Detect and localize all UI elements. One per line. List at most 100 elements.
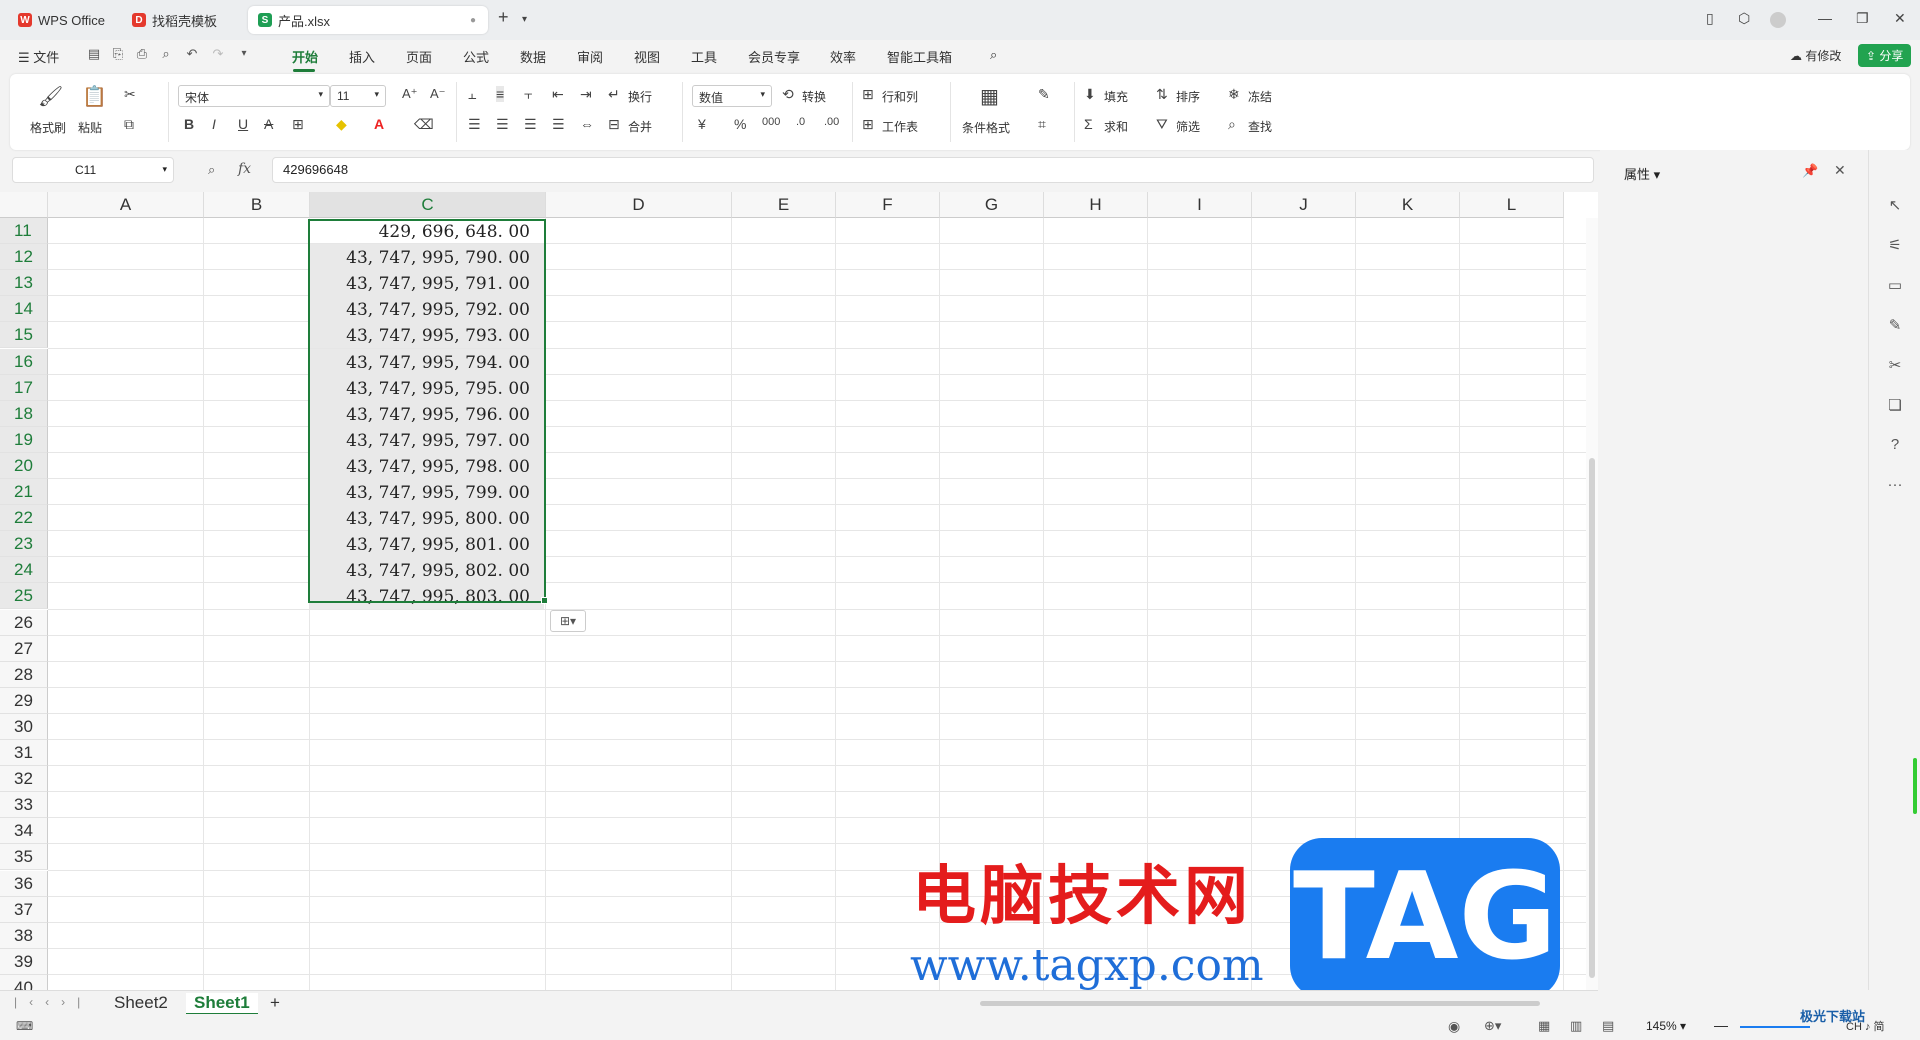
- column-header-i[interactable]: I: [1148, 192, 1252, 218]
- close-panel-icon[interactable]: ✕: [1834, 162, 1846, 179]
- horizontal-scrollbar[interactable]: [980, 1001, 1540, 1006]
- merge-cells-label[interactable]: 合并: [628, 118, 652, 135]
- format-painter-icon[interactable]: 🖌: [38, 84, 63, 109]
- increase-decimal-icon[interactable]: .0: [796, 116, 805, 128]
- currency-icon[interactable]: ¥: [698, 116, 706, 132]
- align-right-icon[interactable]: ☰: [524, 116, 537, 133]
- row-header-20[interactable]: 20: [0, 452, 48, 479]
- font-color-icon[interactable]: A: [374, 116, 384, 132]
- name-box[interactable]: C11 ▾: [12, 157, 174, 183]
- decrease-decimal-icon[interactable]: .00: [824, 116, 839, 128]
- restore-icon[interactable]: ❐: [1856, 10, 1869, 27]
- number-format-select[interactable]: 数值 ▾: [692, 85, 772, 107]
- zoom-slider[interactable]: [1740, 1026, 1810, 1028]
- wrap-text-icon[interactable]: ↵: [608, 86, 620, 103]
- row-header-26[interactable]: 26: [0, 609, 48, 636]
- row-header-31[interactable]: 31: [0, 740, 48, 766]
- border-icon[interactable]: ⊞: [292, 116, 304, 133]
- eye-protection-icon[interactable]: ◉: [1448, 1018, 1460, 1035]
- cube-icon[interactable]: ⬡: [1738, 10, 1750, 27]
- row-header-11[interactable]: 11: [0, 218, 48, 244]
- avatar[interactable]: [1770, 12, 1786, 28]
- sum-label[interactable]: 求和: [1104, 118, 1128, 135]
- fill-color-icon[interactable]: ◆: [336, 116, 347, 133]
- find-icon[interactable]: ⌕: [1228, 116, 1236, 133]
- tab-docer-templates[interactable]: D 找稻壳模板: [122, 6, 242, 34]
- cell-style-icon[interactable]: ✎: [1038, 86, 1050, 103]
- save-icon[interactable]: ▤: [86, 46, 102, 62]
- book-icon[interactable]: ❏: [1885, 396, 1905, 416]
- underline-icon[interactable]: U: [238, 116, 248, 132]
- justify-icon[interactable]: ☰: [552, 116, 565, 133]
- align-middle-icon[interactable]: ≡: [496, 86, 505, 102]
- row-header-35[interactable]: 35: [0, 844, 48, 871]
- indent-increase-icon[interactable]: ⇥: [580, 86, 592, 103]
- row-header-21[interactable]: 21: [0, 479, 48, 505]
- paste-label[interactable]: 粘贴: [78, 119, 102, 136]
- column-header-e[interactable]: E: [732, 192, 836, 218]
- menu-member[interactable]: 会员专享: [748, 47, 800, 66]
- thousands-separator-icon[interactable]: 000: [762, 116, 780, 128]
- minimize-icon[interactable]: —: [1818, 10, 1832, 26]
- clear-format-icon[interactable]: ⌫: [414, 116, 434, 133]
- menu-page[interactable]: 页面: [406, 47, 432, 66]
- sheet-tab-sheet2[interactable]: Sheet2: [114, 993, 168, 1013]
- sum-icon[interactable]: Σ: [1084, 116, 1093, 132]
- increase-font-icon[interactable]: A⁺: [402, 86, 418, 102]
- convert-label[interactable]: 转换: [802, 88, 826, 105]
- row-header-28[interactable]: 28: [0, 661, 48, 688]
- zoom-formula-icon[interactable]: ⌕: [208, 162, 215, 178]
- italic-icon[interactable]: I: [212, 116, 216, 132]
- row-column-icon[interactable]: ⊞: [862, 86, 874, 103]
- row-header-23[interactable]: 23: [0, 531, 48, 558]
- normal-view-icon[interactable]: ▦: [1538, 1018, 1550, 1034]
- column-header-l[interactable]: L: [1460, 192, 1564, 218]
- menu-data[interactable]: 数据: [520, 47, 546, 66]
- column-header-h[interactable]: H: [1044, 192, 1148, 218]
- more-icon[interactable]: ···: [1885, 476, 1905, 496]
- page-view-icon[interactable]: ▥: [1570, 1018, 1582, 1034]
- column-header-k[interactable]: K: [1356, 192, 1460, 218]
- row-header-33[interactable]: 33: [0, 792, 48, 819]
- percent-icon[interactable]: %: [734, 116, 746, 132]
- has-changes-button[interactable]: ☁ 有修改: [1790, 47, 1841, 64]
- row-header-34[interactable]: 34: [0, 818, 48, 845]
- help-icon[interactable]: ?: [1885, 436, 1905, 456]
- indent-decrease-icon[interactable]: ⇤: [552, 86, 564, 103]
- distribute-icon[interactable]: ⇔: [580, 116, 594, 132]
- sort-icon[interactable]: ⇅: [1156, 86, 1168, 103]
- column-header-c[interactable]: C: [310, 192, 546, 218]
- layout-icon[interactable]: ▯: [1706, 10, 1714, 27]
- quick-access-more-icon[interactable]: ▾: [236, 46, 252, 62]
- copy-icon[interactable]: ⧉: [124, 116, 134, 133]
- new-tab-icon[interactable]: +: [498, 7, 509, 28]
- page-break-icon[interactable]: ▤: [1602, 1018, 1614, 1034]
- cut-icon[interactable]: ✂: [124, 86, 136, 103]
- menu-view[interactable]: 视图: [634, 47, 660, 66]
- row-header-36[interactable]: 36: [0, 870, 48, 897]
- freeze-icon[interactable]: ❄: [1228, 86, 1240, 103]
- select-all-corner[interactable]: [0, 192, 48, 218]
- export-icon[interactable]: ⎘: [110, 46, 126, 62]
- row-header-16[interactable]: 16: [0, 348, 48, 375]
- share-button[interactable]: ⇪ 分享: [1858, 44, 1912, 67]
- column-header-g[interactable]: G: [940, 192, 1044, 218]
- row-header-30[interactable]: 30: [0, 713, 48, 740]
- row-header-13[interactable]: 13: [0, 270, 48, 297]
- row-header-37[interactable]: 37: [0, 896, 48, 923]
- menu-home[interactable]: 开始: [292, 47, 318, 66]
- chevron-down-icon[interactable]: ▾: [522, 14, 527, 25]
- filter-icon[interactable]: ⛛: [1156, 116, 1168, 133]
- align-top-icon[interactable]: ⫠: [468, 86, 476, 103]
- bold-icon[interactable]: B: [184, 116, 194, 132]
- properties-title[interactable]: 属性 ▾: [1624, 164, 1660, 183]
- file-menu[interactable]: ☰ 文件: [18, 47, 59, 66]
- row-header-39[interactable]: 39: [0, 948, 48, 975]
- column-header-f[interactable]: F: [836, 192, 940, 218]
- menu-efficiency[interactable]: 效率: [830, 47, 856, 66]
- redo-icon[interactable]: ↷: [210, 46, 226, 62]
- align-center-icon[interactable]: ☰: [496, 116, 509, 133]
- row-header-24[interactable]: 24: [0, 557, 48, 584]
- fill-label[interactable]: 填充: [1104, 88, 1128, 105]
- font-name-select[interactable]: 宋体 ▾: [178, 85, 330, 107]
